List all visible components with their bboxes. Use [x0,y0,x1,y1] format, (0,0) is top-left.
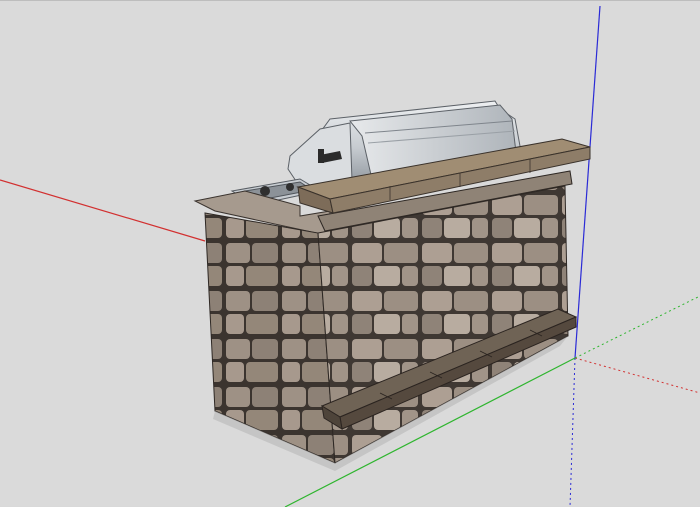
red-axis [0,179,206,242]
island-side-face [204,212,336,464]
red-axis-dotted [574,357,700,394]
blue-axis-dotted [569,357,576,507]
sketchup-viewport[interactable] [0,0,700,507]
blue-axis [574,5,601,359]
3d-scene[interactable] [0,1,700,507]
green-axis-dotted [574,295,700,359]
